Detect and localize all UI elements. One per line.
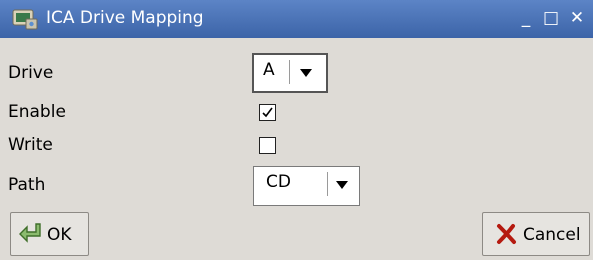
ok-button[interactable]: OK (10, 212, 89, 256)
title-bar: ICA Drive Mapping _ □ ✕ (0, 0, 593, 38)
enable-label: Enable (8, 102, 66, 122)
ok-label: OK (47, 225, 72, 245)
drive-select-separator (289, 60, 290, 84)
drive-select[interactable]: A (252, 53, 328, 93)
cancel-button[interactable]: Cancel (482, 212, 590, 256)
close-button[interactable]: ✕ (568, 7, 586, 29)
minimize-button[interactable]: _ (517, 7, 535, 29)
chevron-down-icon (300, 69, 312, 77)
write-checkbox[interactable] (259, 137, 276, 154)
checkmark-icon (262, 107, 273, 118)
path-select[interactable]: CD (253, 166, 360, 206)
maximize-button[interactable]: □ (542, 7, 560, 29)
window-title: ICA Drive Mapping (46, 8, 204, 28)
path-value: CD (266, 172, 291, 192)
ok-arrow-icon (19, 223, 41, 243)
cancel-label: Cancel (523, 225, 581, 245)
app-icon (12, 9, 38, 30)
path-select-separator (327, 172, 328, 196)
drive-label: Drive (8, 63, 54, 83)
write-label: Write (8, 135, 53, 155)
path-label: Path (8, 175, 46, 195)
drive-value: A (263, 60, 275, 80)
enable-checkbox[interactable] (259, 104, 276, 121)
cancel-x-icon (497, 224, 516, 244)
chevron-down-icon (336, 181, 348, 189)
